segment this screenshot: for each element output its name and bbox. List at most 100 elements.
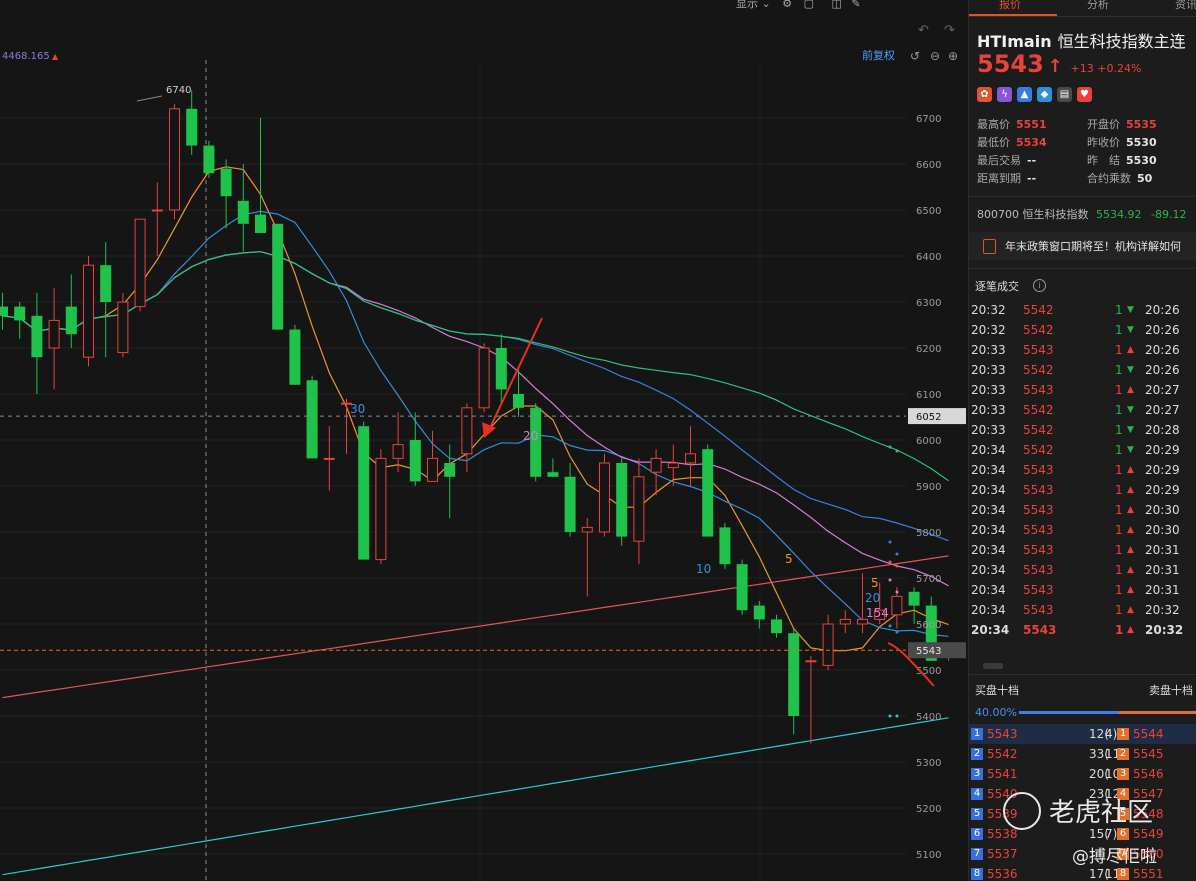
candle-body bbox=[857, 618, 868, 625]
bid-orders: 7) bbox=[1105, 827, 1118, 841]
layout-icon[interactable]: ▢ bbox=[804, 0, 814, 10]
tick-row: 20:34 5543 1 20:31 ▲ bbox=[969, 560, 1196, 580]
stat-item: 最低价 5534 bbox=[977, 134, 1047, 150]
tick-qty: 1 bbox=[1115, 483, 1123, 497]
candle-body bbox=[495, 348, 507, 390]
candle-body bbox=[117, 301, 129, 354]
tick-price: 5542 bbox=[1023, 443, 1054, 457]
candle-body bbox=[650, 457, 662, 473]
tick-time: 20:34 bbox=[971, 463, 1006, 477]
stat-item: 昨收价 5530 bbox=[1087, 134, 1157, 150]
tick-price: 5543 bbox=[1023, 603, 1054, 617]
note-icon[interactable]: ▤ bbox=[1057, 87, 1072, 102]
ask-price: 5551 bbox=[1133, 867, 1164, 881]
tick-timestamp: 20:26 bbox=[1145, 303, 1180, 317]
stat-value: 5551 bbox=[1016, 118, 1047, 131]
orderbook-row[interactable]: 3 5541 20(10) 5546 3 bbox=[969, 764, 1196, 784]
tick-timestamp: 20:29 bbox=[1145, 483, 1180, 497]
ask-ratio-bar bbox=[1119, 711, 1196, 714]
candle-body bbox=[478, 347, 490, 409]
candle-body bbox=[839, 618, 851, 625]
symbol-name: 恒生科技指数主连 bbox=[1057, 32, 1186, 51]
tag-icon[interactable]: ◆ bbox=[1037, 87, 1052, 102]
triangle-down-icon: ▼ bbox=[1127, 325, 1134, 335]
y-tick-label: 5900 bbox=[916, 482, 941, 493]
chart-tool-icon[interactable]: ▲ bbox=[1017, 87, 1032, 102]
candle-body bbox=[685, 453, 696, 464]
candle-body bbox=[564, 476, 576, 532]
last-price: 5543 bbox=[977, 50, 1044, 78]
orderbook-row[interactable]: 1 5543 12(4) 5544 1 bbox=[969, 724, 1196, 744]
bid-ratio-bar bbox=[1019, 711, 1119, 714]
tick-time: 20:32 bbox=[971, 323, 1006, 337]
lightning-icon[interactable]: ϟ bbox=[997, 87, 1012, 102]
info-icon[interactable]: i bbox=[1033, 279, 1046, 292]
watermark-author: @搏尽佢啦 bbox=[1072, 847, 1157, 867]
redo-icon: ↷ bbox=[944, 23, 956, 38]
chevron-down-icon: ⌄ bbox=[761, 0, 771, 10]
candle-body bbox=[375, 457, 387, 561]
tick-time: 20:34 bbox=[971, 603, 1006, 617]
bid-price: 5543 bbox=[987, 727, 1018, 741]
scrollbar-handle[interactable] bbox=[983, 663, 1003, 669]
candle-body bbox=[719, 527, 731, 565]
triangle-up-icon: ▲ bbox=[1127, 525, 1134, 535]
tick-price: 5543 bbox=[1023, 343, 1054, 357]
tick-timestamp: 20:31 bbox=[1145, 583, 1180, 597]
candle-body bbox=[616, 463, 628, 537]
underlying-index[interactable]: 800700 恒生科技指数 5534.92 -89.12 bbox=[977, 206, 1186, 222]
tick-timestamp: 20:29 bbox=[1145, 463, 1180, 477]
draw-icon[interactable]: ✎ bbox=[851, 0, 860, 10]
candle-body bbox=[702, 449, 714, 537]
tick-qty: 1 bbox=[1115, 503, 1123, 517]
stat-label: 开盘价 bbox=[1087, 118, 1120, 131]
tab-quote[interactable]: 报价 bbox=[999, 0, 1021, 12]
tick-time: 20:33 bbox=[971, 423, 1006, 437]
tick-time: 20:34 bbox=[971, 523, 1006, 537]
y-tick-label: 5100 bbox=[916, 850, 941, 861]
tab-analysis[interactable]: 分析 bbox=[1087, 0, 1109, 12]
ask-level: 8 bbox=[1117, 868, 1129, 880]
tick-price: 5543 bbox=[1023, 543, 1054, 557]
tick-price: 5542 bbox=[1023, 403, 1054, 417]
ma-endpoint-dot bbox=[895, 590, 899, 594]
stat-label: 昨 结 bbox=[1087, 154, 1120, 167]
tick-qty: 1 bbox=[1115, 403, 1123, 417]
heart-icon[interactable]: ♥ bbox=[1077, 87, 1092, 102]
triangle-down-icon: ▼ bbox=[1127, 365, 1134, 375]
kline-chart-pane[interactable]: 6700 6600 6500 6400 6300 6200 6100 6000 5900 5800… bbox=[0, 0, 968, 881]
candle-body bbox=[667, 462, 679, 469]
tick-time: 20:33 bbox=[971, 363, 1006, 377]
candle-body bbox=[186, 108, 198, 146]
tick-price: 5543 bbox=[1023, 463, 1054, 477]
bid-level: 5 bbox=[971, 808, 983, 820]
news-banner[interactable]: 年末政策窗口期将至！机构详解如何 bbox=[969, 232, 1196, 260]
high-marker-line bbox=[136, 95, 163, 102]
stat-label: 最低价 bbox=[977, 136, 1010, 149]
stat-label: 昨收价 bbox=[1087, 136, 1120, 149]
flower-icon[interactable]: ✿ bbox=[977, 87, 992, 102]
triangle-up-icon: ▲ bbox=[52, 52, 59, 61]
y-tick-label: 5800 bbox=[916, 528, 941, 539]
orderbook-row[interactable]: 2 5542 33(11) 5545 2 bbox=[969, 744, 1196, 764]
tick-row: 20:34 5543 1 20:31 ▲ bbox=[969, 580, 1196, 600]
gear-icon[interactable]: ⚙ bbox=[782, 0, 792, 10]
high-annotation: 6740 bbox=[166, 85, 191, 96]
tick-timestamp: 20:31 bbox=[1145, 543, 1180, 557]
display-menu[interactable]: 显示 bbox=[736, 0, 758, 10]
ma-endpoint-dot bbox=[888, 540, 892, 544]
tab-news[interactable]: 资讯 bbox=[1175, 0, 1196, 12]
camera-icon[interactable]: ◫ bbox=[832, 0, 842, 10]
tick-price: 5543 bbox=[1023, 383, 1054, 397]
candle-body bbox=[771, 619, 782, 634]
candle-body bbox=[788, 633, 800, 716]
bid-title: 买盘十档 bbox=[975, 684, 1019, 697]
tick-timestamp: 20:27 bbox=[1145, 383, 1180, 397]
stat-item: 合约乘数 50 bbox=[1087, 170, 1152, 186]
y-tick-label: 6400 bbox=[916, 252, 941, 263]
tick-row: 20:32 5542 1 20:26 ▼ bbox=[969, 300, 1196, 320]
kline-chart[interactable]: 6700 6600 6500 6400 6300 6200 6100 6000 5900 5800… bbox=[0, 0, 968, 881]
stat-label: 距离到期 bbox=[977, 172, 1021, 185]
triangle-down-icon: ▼ bbox=[1127, 445, 1134, 455]
ma-endpoint-dot bbox=[895, 630, 899, 634]
